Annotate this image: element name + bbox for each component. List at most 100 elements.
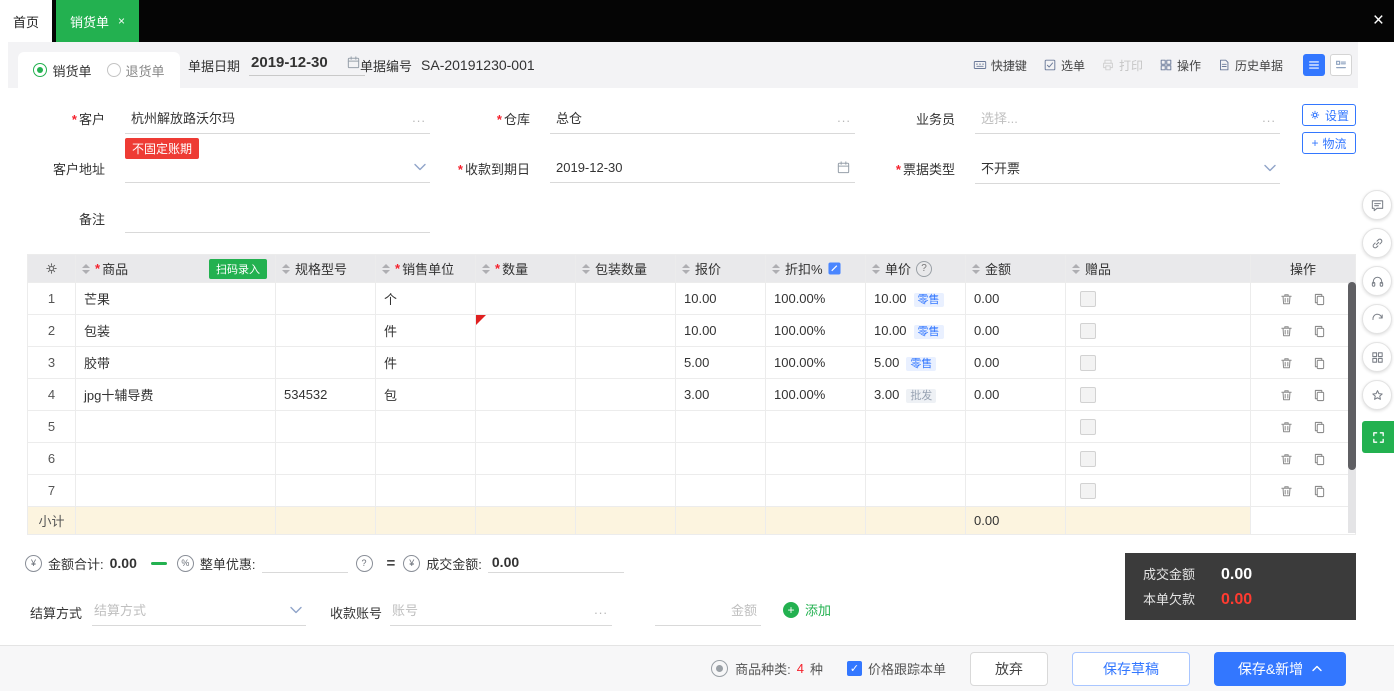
product-cell[interactable]: 包装: [76, 315, 276, 347]
unit-cell[interactable]: 件: [376, 347, 476, 379]
col-pack-qty[interactable]: 包装数量: [576, 255, 676, 283]
spec-cell[interactable]: [276, 315, 376, 347]
product-cell[interactable]: [76, 443, 276, 475]
qty-cell[interactable]: [476, 315, 576, 347]
col-discount[interactable]: 折扣%: [766, 255, 866, 283]
link-button[interactable]: [1362, 228, 1392, 258]
sort-icon[interactable]: [872, 264, 880, 274]
pack-qty-cell[interactable]: [576, 347, 676, 379]
radio-sales-order[interactable]: 销货单: [33, 61, 91, 80]
price-track-checkbox-group[interactable]: ✓ 价格跟踪本单: [847, 659, 946, 678]
col-price[interactable]: 单价?: [866, 255, 966, 283]
chevron-down-icon[interactable]: [290, 606, 302, 614]
spec-cell[interactable]: [276, 475, 376, 507]
qty-cell[interactable]: [476, 379, 576, 411]
price-cell[interactable]: 3.00批发: [866, 379, 966, 411]
window-close-icon[interactable]: ×: [1373, 0, 1384, 42]
price-cell[interactable]: [866, 443, 966, 475]
gift-checkbox[interactable]: [1080, 419, 1096, 435]
col-product[interactable]: * 商品 扫码录入: [76, 255, 276, 283]
quote-cell[interactable]: 3.00: [676, 379, 766, 411]
customer-picker-icon[interactable]: ...: [412, 110, 426, 125]
copy-icon[interactable]: [1312, 356, 1327, 371]
discount-cell[interactable]: [766, 443, 866, 475]
add-payment-button[interactable]: + 添加: [783, 600, 831, 619]
account-picker-icon[interactable]: ...: [594, 602, 608, 617]
trash-icon[interactable]: [1279, 484, 1294, 499]
qty-cell[interactable]: [476, 443, 576, 475]
gift-checkbox[interactable]: [1080, 387, 1096, 403]
shortcut-keys-button[interactable]: 快捷键: [973, 57, 1027, 74]
remark-field[interactable]: [125, 206, 430, 233]
save-and-new-button[interactable]: 保存&新增: [1214, 652, 1346, 686]
product-cell[interactable]: 胶带: [76, 347, 276, 379]
price-cell[interactable]: [866, 475, 966, 507]
gift-checkbox[interactable]: [1080, 355, 1096, 371]
unit-cell[interactable]: [376, 475, 476, 507]
refresh-button[interactable]: [1362, 304, 1392, 334]
apps-button[interactable]: [1362, 342, 1392, 372]
receive-account-field[interactable]: 账号 ...: [390, 598, 612, 626]
copy-icon[interactable]: [1312, 292, 1327, 307]
cancel-button[interactable]: 放弃: [970, 652, 1048, 686]
amount-cell[interactable]: 0.00: [966, 315, 1066, 347]
price-cell[interactable]: 10.00零售: [866, 315, 966, 347]
amount-cell[interactable]: 0.00: [966, 283, 1066, 315]
sort-icon[interactable]: [682, 264, 690, 274]
message-button[interactable]: [1362, 190, 1392, 220]
col-unit[interactable]: *销售单位: [376, 255, 476, 283]
card-view-toggle[interactable]: [1330, 54, 1352, 76]
gift-checkbox[interactable]: [1080, 291, 1096, 307]
settings-button[interactable]: 设置: [1302, 104, 1356, 126]
sort-icon[interactable]: [582, 264, 590, 274]
quote-cell[interactable]: 10.00: [676, 283, 766, 315]
discount-cell[interactable]: [766, 411, 866, 443]
pack-qty-cell[interactable]: [576, 411, 676, 443]
amount-cell[interactable]: [966, 475, 1066, 507]
product-cell[interactable]: jpg十辅导费: [76, 379, 276, 411]
discount-cell[interactable]: 100.00%: [766, 283, 866, 315]
warehouse-field[interactable]: 总仓 ...: [550, 106, 855, 134]
trash-icon[interactable]: [1279, 356, 1294, 371]
sort-icon[interactable]: [482, 264, 490, 274]
spec-cell[interactable]: [276, 347, 376, 379]
warehouse-picker-icon[interactable]: ...: [837, 110, 851, 125]
amount-cell[interactable]: [966, 411, 1066, 443]
edit-discount-icon[interactable]: [828, 262, 841, 275]
pack-qty-cell[interactable]: [576, 379, 676, 411]
sort-icon[interactable]: [382, 264, 390, 274]
help-icon[interactable]: ?: [356, 555, 373, 572]
gift-checkbox[interactable]: [1080, 451, 1096, 467]
history-documents-button[interactable]: 历史单据: [1217, 57, 1283, 74]
unit-cell[interactable]: 件: [376, 315, 476, 347]
address-field[interactable]: [125, 156, 430, 183]
qty-cell[interactable]: [476, 475, 576, 507]
sort-icon[interactable]: [82, 264, 90, 274]
save-draft-button[interactable]: 保存草稿: [1072, 652, 1190, 686]
pack-qty-cell[interactable]: [576, 475, 676, 507]
tab-close-icon[interactable]: ×: [118, 14, 125, 28]
trash-icon[interactable]: [1279, 452, 1294, 467]
gift-checkbox[interactable]: [1080, 323, 1096, 339]
radio-return-order[interactable]: 退货单: [107, 61, 165, 80]
operations-button[interactable]: 操作: [1159, 57, 1201, 74]
sort-icon[interactable]: [282, 264, 290, 274]
product-cell[interactable]: [76, 475, 276, 507]
copy-icon[interactable]: [1312, 324, 1327, 339]
pick-order-button[interactable]: 选单: [1043, 57, 1085, 74]
support-button[interactable]: [1362, 266, 1392, 296]
pack-qty-cell[interactable]: [576, 283, 676, 315]
deal-amount-field[interactable]: 0.00: [488, 554, 624, 573]
scrollbar-thumb[interactable]: [1348, 282, 1356, 470]
product-cell[interactable]: 芒果: [76, 283, 276, 315]
product-cell[interactable]: [76, 411, 276, 443]
unit-cell[interactable]: 包: [376, 379, 476, 411]
spec-cell[interactable]: [276, 443, 376, 475]
unit-cell[interactable]: [376, 411, 476, 443]
calendar-icon[interactable]: [836, 160, 851, 175]
copy-icon[interactable]: [1312, 420, 1327, 435]
trash-icon[interactable]: [1279, 388, 1294, 403]
settle-method-select[interactable]: 结算方式: [92, 598, 306, 626]
gear-icon[interactable]: [44, 261, 59, 276]
quote-cell[interactable]: 5.00: [676, 347, 766, 379]
